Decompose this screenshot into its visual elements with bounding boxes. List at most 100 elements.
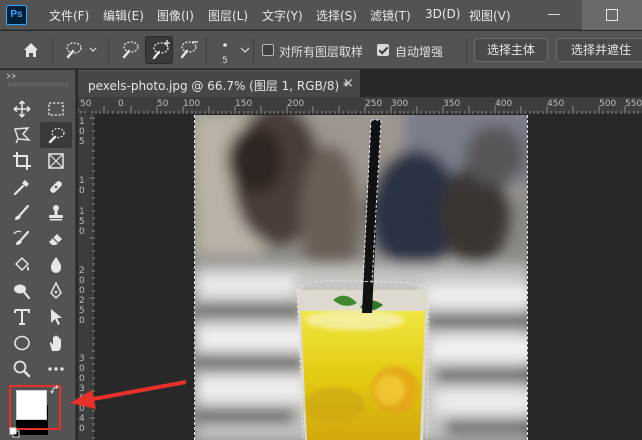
menu-filter[interactable]: 滤镜(T) xyxy=(370,7,411,24)
eraser-icon xyxy=(49,234,62,245)
maximize-button[interactable] xyxy=(582,0,642,30)
ruler-label: 150 xyxy=(235,99,253,109)
default-colors-icon[interactable] xyxy=(9,427,21,439)
eyedropper-tool[interactable] xyxy=(6,174,38,200)
ruler-label: 200 xyxy=(287,99,305,109)
collapse-toolbox-icon[interactable] xyxy=(6,73,20,79)
ellipse-tool[interactable] xyxy=(6,330,38,356)
pen-tool[interactable] xyxy=(40,278,72,304)
sample-all-layers-checkbox[interactable] xyxy=(262,44,274,56)
ruler-label: 0 xyxy=(79,316,85,326)
ruler-label: 1 xyxy=(79,176,85,186)
brush-icon xyxy=(15,204,30,220)
dodge-icon xyxy=(14,284,31,300)
add-to-selection-mode[interactable] xyxy=(145,36,173,64)
dodge-tool[interactable] xyxy=(6,278,38,304)
water-drop-icon xyxy=(50,257,62,273)
home-button[interactable] xyxy=(14,36,48,64)
ruler-label: 5 xyxy=(79,217,85,227)
menu-3d[interactable]: 3D(D) xyxy=(425,7,460,21)
ruler-label: 2 xyxy=(79,266,85,276)
ruler-label: 100 xyxy=(183,99,201,109)
lasso-tool[interactable] xyxy=(6,122,38,148)
hand-icon xyxy=(49,335,61,351)
toolbox-grip[interactable] xyxy=(8,83,68,86)
swap-colors-icon[interactable] xyxy=(50,385,60,395)
magnifier-icon xyxy=(13,360,31,378)
select-and-mask-button[interactable]: 选择并遮住 xyxy=(556,38,642,62)
brush-subtract-icon xyxy=(180,41,198,59)
move-tool[interactable] xyxy=(6,96,38,122)
subtract-from-selection-mode[interactable] xyxy=(174,36,202,64)
menu-layer[interactable]: 图层(L) xyxy=(208,7,248,24)
ruler-label: 550 xyxy=(625,99,642,109)
ruler-label: 0 xyxy=(118,99,124,109)
history-brush-icon xyxy=(13,230,30,245)
paint-bucket-tool[interactable] xyxy=(6,252,38,278)
close-tab-icon[interactable]: × xyxy=(343,76,354,91)
menu-edit[interactable]: 编辑(E) xyxy=(103,7,144,24)
select-subject-button[interactable]: 选择主体 xyxy=(474,38,548,62)
paint-bucket-icon xyxy=(14,256,30,272)
brush-tip-icon xyxy=(223,43,227,47)
ruler-label: 350 xyxy=(443,99,461,109)
auto-enhance-label: 自动增强 xyxy=(395,45,444,59)
ruler-label: 5 xyxy=(79,137,85,147)
crop-tool[interactable] xyxy=(6,148,38,174)
menu-bar: Ps 文件(F) 编辑(E) 图像(I) 图层(L) 文字(Y) 选择(S) 滤… xyxy=(0,0,642,30)
menu-select[interactable]: 选择(S) xyxy=(316,7,357,24)
polygon-lasso-icon xyxy=(14,127,31,144)
crop-icon xyxy=(13,152,31,170)
new-selection-mode[interactable] xyxy=(116,36,144,64)
rectangle-marquee-icon xyxy=(48,102,64,116)
quick-selection-preset-icon xyxy=(66,42,97,59)
foreground-color-swatch[interactable] xyxy=(16,390,47,420)
marquee-tool[interactable] xyxy=(40,96,72,122)
menu-view[interactable]: 视图(V) xyxy=(469,7,511,24)
bandage-icon xyxy=(50,181,62,193)
ellipsis-icon xyxy=(48,367,64,371)
tool-preset-picker[interactable] xyxy=(58,36,102,64)
ruler-label: 400 xyxy=(495,99,513,109)
blur-tool[interactable] xyxy=(40,252,72,278)
ruler-label: 50 xyxy=(157,99,169,109)
stamp-icon xyxy=(49,205,63,221)
ruler-label: 1 xyxy=(79,207,85,217)
frame-icon xyxy=(48,153,64,169)
ruler-label: 0 xyxy=(79,364,85,374)
photo-canvas[interactable] xyxy=(194,115,528,440)
history-brush-tool[interactable] xyxy=(6,226,38,252)
chevron-down-icon[interactable] xyxy=(240,46,250,54)
options-bar: 5 对所有图层取样 自动增强 选择主体 选择并遮住 xyxy=(0,31,642,69)
ruler-label: 450 xyxy=(547,99,565,109)
auto-enhance-checkbox[interactable] xyxy=(377,44,389,56)
type-icon xyxy=(14,309,30,325)
horizontal-ruler[interactable]: 50 0 50 100 150 200 250 300 350 400 450 … xyxy=(78,97,642,114)
home-icon xyxy=(24,43,38,57)
drink-photo xyxy=(195,115,527,440)
zoom-tool[interactable] xyxy=(6,356,38,382)
ruler-label: 0 xyxy=(79,227,85,237)
minimize-button[interactable] xyxy=(548,14,560,15)
spot-healing-tool[interactable] xyxy=(40,174,72,200)
ruler-label: 0 xyxy=(79,424,85,434)
document-tab[interactable]: pexels-photo.jpg @ 66.7% (图层 1, RGB/8) *… xyxy=(78,70,360,97)
path-selection-tool[interactable] xyxy=(40,304,72,330)
eraser-tool[interactable] xyxy=(40,226,72,252)
type-tool[interactable] xyxy=(6,304,38,330)
quick-selection-icon xyxy=(48,127,65,144)
menu-type[interactable]: 文字(Y) xyxy=(262,7,303,24)
ruler-label: 4 xyxy=(79,414,85,424)
menu-file[interactable]: 文件(F) xyxy=(49,7,89,24)
ruler-label: 0 xyxy=(79,186,85,196)
menu-image[interactable]: 图像(I) xyxy=(157,7,194,24)
frame-tool[interactable] xyxy=(40,148,72,174)
brush-tool[interactable] xyxy=(6,200,38,226)
hand-tool[interactable] xyxy=(40,330,72,356)
clone-stamp-tool[interactable] xyxy=(40,200,72,226)
ruler-label: 3 xyxy=(79,354,85,364)
document-title: pexels-photo.jpg @ 66.7% (图层 1, RGB/8) * xyxy=(88,79,349,93)
ruler-label: 50 xyxy=(80,99,92,109)
arrow-pointer-icon xyxy=(51,309,62,325)
quick-selection-tool[interactable] xyxy=(40,122,72,148)
